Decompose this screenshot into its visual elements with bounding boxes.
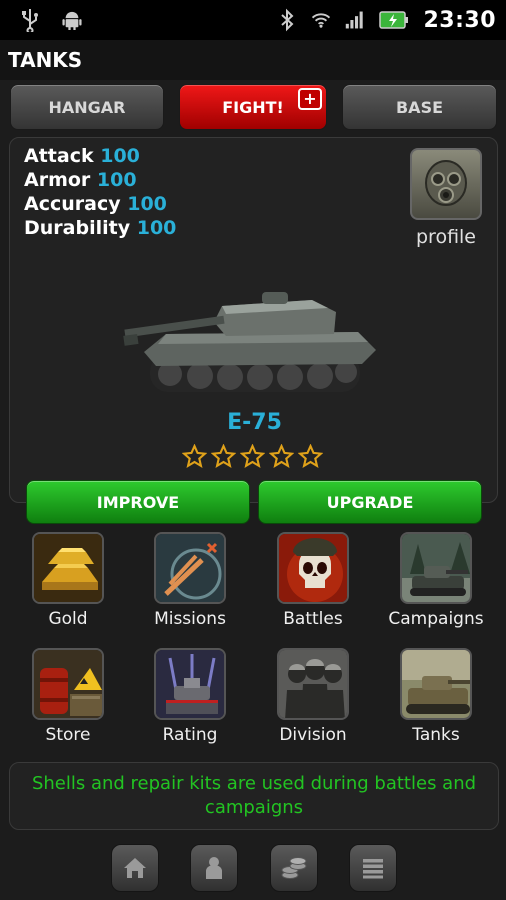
tank-stats: Attack 100 Armor 100 Accuracy 100 Durabi… [24,144,176,240]
menu-label: Gold [48,609,88,629]
coins-button[interactable] [270,844,318,892]
gas-mask-icon [425,160,467,206]
tab-bar: HANGAR FIGHT! + BASE [0,84,506,132]
tank-image [123,292,376,392]
stat-durability: Durability 100 [24,216,176,240]
tab-base[interactable]: BASE [342,84,497,130]
tab-hangar[interactable]: HANGAR [10,84,164,130]
menu-item-tanks[interactable]: Tanks [381,648,491,745]
usb-icon [20,8,40,32]
tip-message: Shells and repair kits are used during b… [9,762,499,830]
android-icon [62,8,82,32]
star-icon [182,444,207,469]
menu-label: Store [45,725,91,745]
bluetooth-icon [277,8,297,32]
stat-attack: Attack 100 [24,144,176,168]
page-title: TANKS [8,48,83,72]
stat-accuracy: Accuracy 100 [24,192,176,216]
division-icon [277,648,349,720]
star-icon [211,444,236,469]
menu-item-store[interactable]: Store [13,648,123,745]
home-icon [124,858,146,878]
title-bar: TANKS [0,40,506,80]
person-icon [206,857,222,879]
star-icon [298,444,323,469]
rating-icon [154,648,226,720]
tank-panel: Attack 100 Armor 100 Accuracy 100 Durabi… [9,137,498,503]
tab-fight[interactable]: FIGHT! + [179,84,327,130]
menu-item-campaigns[interactable]: Campaigns [381,532,491,629]
wifi-icon [311,8,331,32]
coins-icon [281,857,307,879]
stat-name: Accuracy [24,193,121,215]
list-icon [363,859,383,879]
gold-bars-icon [32,532,104,604]
menu-label: Battles [283,609,343,629]
plus-badge-icon: + [298,88,322,110]
battery-icon [379,8,409,32]
stat-value: 100 [96,169,137,191]
tab-base-label: BASE [395,97,444,117]
star-icon [269,444,294,469]
bottom-nav [0,840,506,900]
menu-label: Missions [154,609,226,629]
menu-label: Division [279,725,347,745]
profile-label: profile [415,226,476,248]
menu-label: Campaigns [388,609,484,629]
menu-item-battles[interactable]: Battles [258,532,368,629]
stat-name: Attack [24,145,94,167]
stat-value: 100 [136,217,177,239]
tank-icon [400,648,472,720]
profile-nav-button[interactable] [190,844,238,892]
tab-hangar-label: HANGAR [48,97,126,117]
stat-value: 100 [127,193,167,215]
stat-name: Armor [24,169,91,191]
stat-armor: Armor 100 [24,168,176,192]
menu-label: Rating [162,725,218,745]
tank-name: E-75 [227,410,282,435]
menu-label: Tanks [412,725,460,745]
upgrade-label: UPGRADE [326,492,414,512]
menu-list-button[interactable] [349,844,397,892]
menu-grid: Gold Missions Battles Campaigns Store Ra… [0,532,506,747]
missions-icon [154,532,226,604]
stat-name: Durability [24,217,131,239]
clock: 23:30 [423,7,496,33]
store-icon [32,648,104,720]
skull-icon [277,532,349,604]
menu-item-rating[interactable]: Rating [135,648,245,745]
status-bar: 23:30 [0,0,506,40]
menu-item-gold[interactable]: Gold [13,532,123,629]
upgrade-button[interactable]: UPGRADE [258,480,482,524]
profile-section: profile [406,148,486,248]
improve-label: IMPROVE [96,492,180,512]
menu-item-division[interactable]: Division [258,648,368,745]
menu-item-missions[interactable]: Missions [135,532,245,629]
stat-value: 100 [100,145,140,167]
signal-icon [345,8,365,32]
home-button[interactable] [111,844,159,892]
tank-rating-stars [182,444,323,469]
tab-fight-label: FIGHT! [222,97,284,117]
improve-button[interactable]: IMPROVE [26,480,250,524]
star-icon [240,444,265,469]
profile-button[interactable] [410,148,482,220]
campaigns-icon [400,532,472,604]
tip-text: Shells and repair kits are used during b… [31,773,477,818]
